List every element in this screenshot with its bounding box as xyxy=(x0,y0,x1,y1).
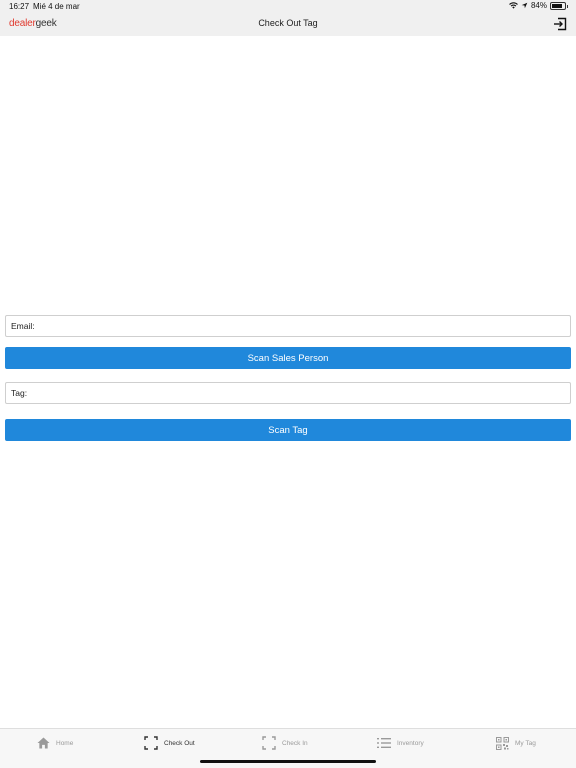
status-right: 84% xyxy=(509,1,568,10)
scan-tag-button[interactable]: Scan Tag xyxy=(5,419,571,441)
scan-frame-icon xyxy=(144,736,158,750)
home-icon xyxy=(37,737,50,749)
wifi-icon xyxy=(509,2,518,9)
battery-icon xyxy=(550,1,568,10)
list-icon xyxy=(377,738,391,748)
top-bar: 16:27 Mié 4 de mar 84% dealergeek Check … xyxy=(0,0,576,36)
tab-check-out-label: Check Out xyxy=(164,739,195,747)
tag-field[interactable]: Tag: xyxy=(5,382,571,404)
tab-check-in-label: Check In xyxy=(282,739,308,747)
tab-home-label: Home xyxy=(56,739,74,747)
logout-icon[interactable] xyxy=(553,17,567,31)
tab-inventory-label: Inventory xyxy=(397,739,424,747)
battery-percent: 84% xyxy=(530,1,547,10)
scan-sales-person-button[interactable]: Scan Sales Person xyxy=(5,347,571,369)
battery-fill xyxy=(552,3,563,8)
tab-my-tag-label: My Tag xyxy=(515,739,536,747)
tag-input[interactable] xyxy=(31,388,570,398)
status-date: Mié 4 de mar xyxy=(33,2,80,11)
qr-code-icon xyxy=(496,736,509,750)
email-label: Email: xyxy=(11,321,35,331)
tab-my-tag[interactable]: My Tag xyxy=(496,735,536,751)
email-input[interactable] xyxy=(38,321,570,331)
scan-frame-icon xyxy=(262,736,276,750)
tab-check-out[interactable]: Check Out xyxy=(144,735,195,751)
email-field[interactable]: Email: xyxy=(5,315,571,337)
home-indicator xyxy=(200,760,376,763)
location-arrow-icon xyxy=(521,2,528,9)
tab-home[interactable]: Home xyxy=(37,735,73,751)
screen: 16:27 Mié 4 de mar 84% dealergeek Check … xyxy=(0,0,576,768)
tab-check-in[interactable]: Check In xyxy=(262,735,308,751)
tag-label: Tag: xyxy=(11,388,28,398)
status-time: 16:27 xyxy=(9,2,30,11)
status-bar: 16:27 Mié 4 de mar 84% xyxy=(0,0,576,14)
page-title: Check Out Tag xyxy=(258,18,318,28)
tab-inventory[interactable]: Inventory xyxy=(377,735,424,751)
nav-bar: dealergeek Check Out Tag xyxy=(0,14,576,36)
